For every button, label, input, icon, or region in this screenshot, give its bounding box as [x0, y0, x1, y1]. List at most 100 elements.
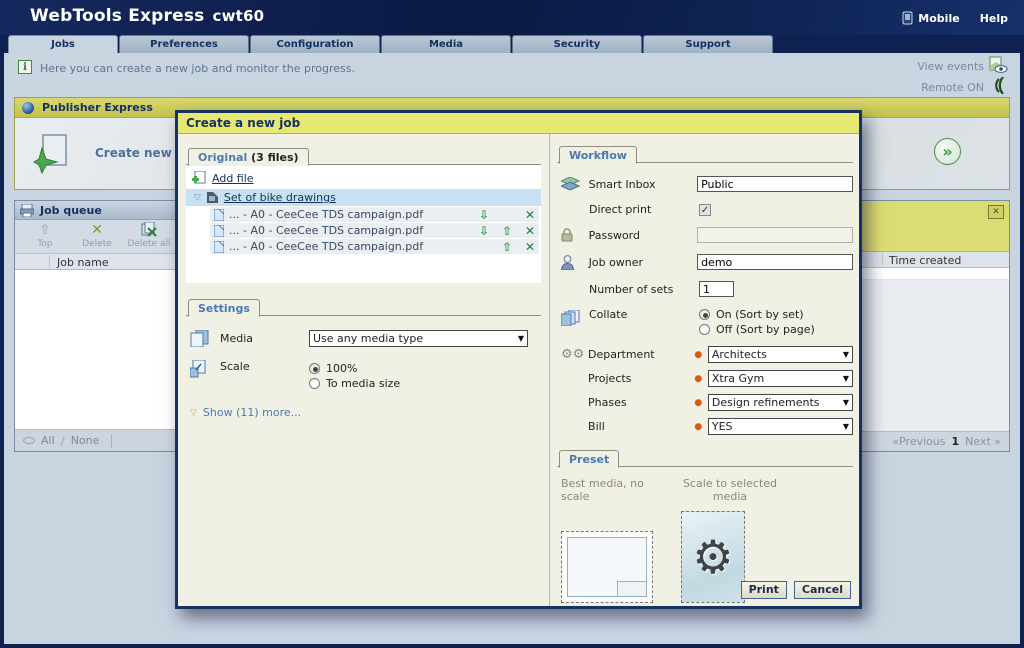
scale-icon [190, 360, 208, 378]
move-up-icon[interactable]: ⇧ [498, 224, 516, 238]
file-name: ... - A0 - CeeCee TDS campaign.pdf [229, 208, 470, 221]
file-list: Add file ▽ Set of bike drawings ... - A0… [186, 165, 541, 283]
collate-on-radio[interactable] [699, 309, 710, 320]
tab-original[interactable]: Original (3 files) [188, 148, 309, 166]
user-icon [561, 255, 574, 270]
tab-support[interactable]: Support [643, 35, 773, 53]
delete-button[interactable]: ✕ Delete [73, 222, 121, 253]
remove-file-icon[interactable]: ✕ [521, 208, 539, 222]
close-panel-icon[interactable]: ✕ [988, 205, 1004, 219]
projects-select[interactable]: Xtra Gym ▼ [708, 370, 853, 387]
select-none-link[interactable]: None [71, 434, 100, 447]
department-select[interactable]: Architects ▼ [708, 346, 853, 363]
tab-media[interactable]: Media [381, 35, 511, 53]
show-more-link[interactable]: Show (11) more... [203, 406, 301, 419]
preset-best-media-thumbnail[interactable] [561, 531, 653, 603]
mobile-icon [902, 11, 913, 25]
view-events-link[interactable]: View events [917, 60, 984, 73]
next-page-link[interactable]: Next » [965, 435, 1001, 448]
collate-off-radio[interactable] [699, 324, 710, 335]
app-title: WebTools Expresscwt60 [30, 6, 264, 26]
smart-inbox-label: Smart Inbox [589, 178, 697, 191]
job-owner-input[interactable] [697, 254, 853, 270]
publisher-title: Publisher Express [42, 101, 153, 114]
create-job-dialog: Create a new job Original (3 files) Add … [175, 110, 862, 609]
tab-security[interactable]: Security [512, 35, 642, 53]
collate-off-label: Off (Sort by page) [716, 323, 815, 336]
dialog-title: Create a new job [178, 113, 859, 134]
create-new-job-button[interactable]: Create new job [33, 132, 197, 174]
phases-select[interactable]: Design refinements ▼ [708, 394, 853, 411]
select-all-icon [23, 437, 35, 444]
file-name: ... - A0 - CeeCee TDS campaign.pdf [229, 240, 470, 253]
number-of-sets-label: Number of sets [589, 283, 699, 296]
remove-file-icon[interactable]: ✕ [521, 224, 539, 238]
file-name: ... - A0 - CeeCee TDS campaign.pdf [229, 224, 470, 237]
time-created-column[interactable]: Time created [889, 254, 961, 267]
inbox-icon [561, 177, 580, 191]
tab-preferences[interactable]: Preferences [119, 35, 249, 53]
lock-icon [561, 228, 573, 242]
projects-label: Projects [588, 372, 694, 385]
file-row: ... - A0 - CeeCee TDS campaign.pdf ⇩ ✕ [210, 207, 539, 222]
tab-settings[interactable]: Settings [188, 299, 260, 317]
tab-jobs[interactable]: Jobs [8, 35, 118, 53]
show-more-triangle-icon: ▽ [190, 408, 197, 418]
number-of-sets-input[interactable] [699, 281, 734, 297]
help-link[interactable]: Help [980, 12, 1008, 25]
move-down-icon[interactable]: ⇩ [475, 208, 493, 222]
file-icon [214, 225, 224, 237]
smart-inbox-input[interactable] [697, 176, 853, 192]
media-label: Media [220, 332, 309, 345]
app-brand: WebTools Express [30, 6, 205, 26]
tab-configuration[interactable]: Configuration [250, 35, 380, 53]
remove-file-icon[interactable]: ✕ [521, 240, 539, 254]
job-name-column[interactable]: Job name [57, 256, 109, 269]
print-button[interactable]: Print [741, 581, 787, 599]
tab-workflow[interactable]: Workflow [559, 146, 637, 164]
printer-icon [20, 204, 34, 217]
job-owner-label: Job owner [589, 256, 697, 269]
media-select[interactable]: Use any media type ▼ [309, 330, 528, 347]
bill-select[interactable]: YES ▼ [708, 418, 853, 435]
accounting-gears-icon: ⚙⚙ [561, 347, 584, 362]
move-up-icon[interactable]: ⇧ [498, 240, 516, 254]
delete-all-button[interactable]: Delete all [125, 222, 173, 253]
preset-option-1-label: Best media, no scale [557, 477, 675, 503]
select-none-icon: ∕ [61, 434, 65, 448]
create-job-icon [33, 132, 69, 174]
gear-image: ⚙ [692, 530, 733, 584]
direct-print-checkbox[interactable]: ✓ [699, 204, 711, 216]
required-dot-icon: ● [694, 398, 708, 408]
mobile-link[interactable]: Mobile [902, 11, 959, 25]
remote-on-link[interactable]: Remote ON [921, 81, 984, 94]
cancel-button[interactable]: Cancel [794, 581, 851, 599]
department-label: Department [588, 348, 694, 361]
collate-label: Collate [589, 308, 699, 321]
add-file-link[interactable]: Add file [212, 172, 254, 185]
file-icon [214, 209, 224, 221]
remote-signal-icon [989, 77, 1004, 94]
collate-icon [561, 310, 581, 326]
scale-100-radio[interactable] [309, 363, 320, 374]
scale-to-media-label: To media size [326, 377, 400, 390]
file-icon [214, 241, 224, 253]
chevron-down-icon: ▼ [843, 398, 849, 407]
scale-to-media-radio[interactable] [309, 378, 320, 389]
file-row: ... - A0 - CeeCee TDS campaign.pdf ⇩ ⇧ ✕ [210, 223, 539, 238]
main-tabbar: Jobs Preferences Configuration Media Sec… [8, 35, 773, 53]
chevron-down-icon: ▼ [843, 374, 849, 383]
app-header: WebTools Expresscwt60 Mobile Help [0, 0, 1024, 35]
previous-page-link[interactable]: «Previous [892, 435, 945, 448]
top-button[interactable]: ⇧ Top [21, 222, 69, 253]
collapse-triangle-icon[interactable]: ▽ [194, 193, 201, 203]
select-all-link[interactable]: All [41, 434, 55, 447]
info-icon: i [18, 60, 32, 74]
file-group-link[interactable]: Set of bike drawings [224, 191, 336, 204]
preset-scale-thumbnail[interactable]: ⚙ [681, 511, 745, 603]
move-down-icon[interactable]: ⇩ [475, 224, 493, 238]
tab-preset[interactable]: Preset [559, 450, 619, 468]
view-events-icon[interactable] [988, 56, 1008, 74]
publisher-go-button[interactable]: » [934, 138, 961, 165]
chevron-down-icon: ▼ [518, 334, 524, 343]
